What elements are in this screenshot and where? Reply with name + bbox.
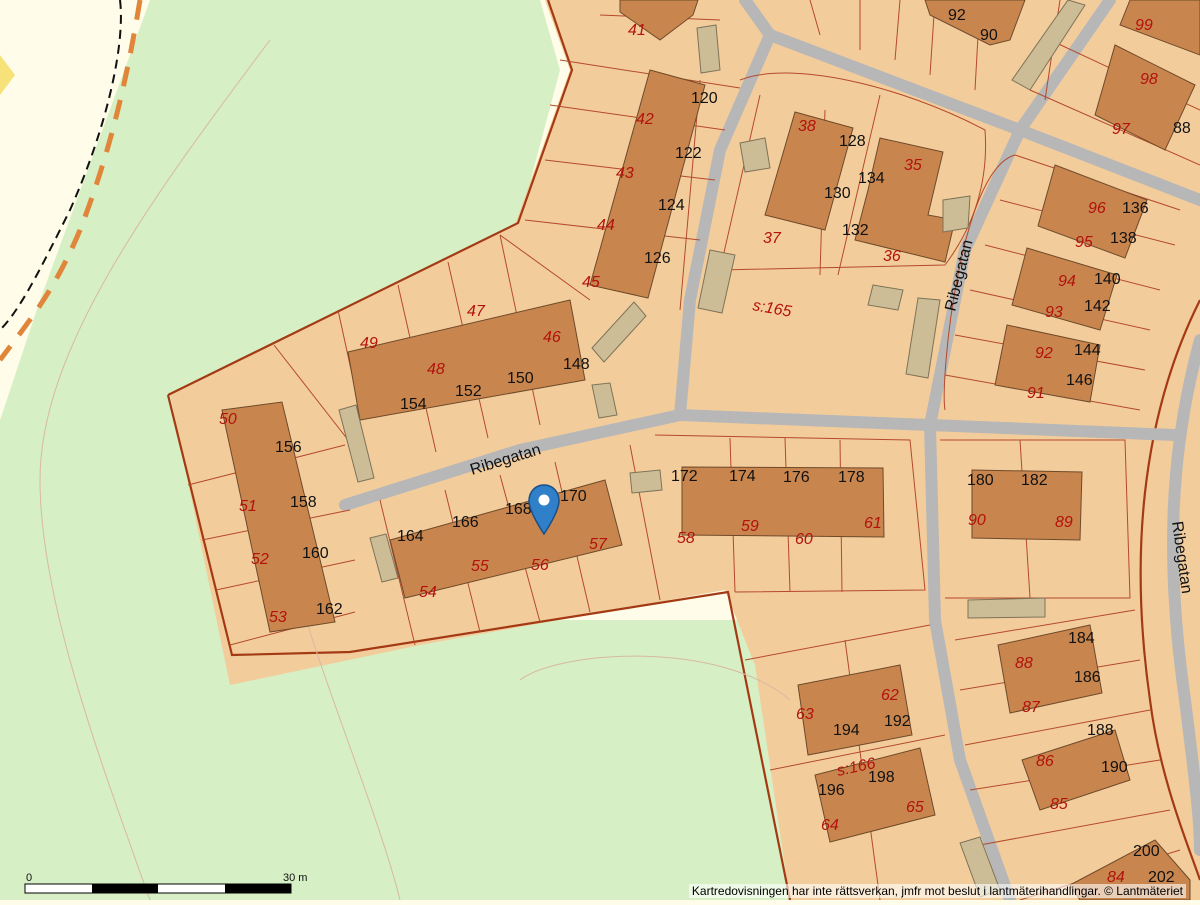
address-label: 176 bbox=[783, 469, 810, 486]
parcel-label: 99 bbox=[1135, 17, 1153, 34]
parcel-label: 38 bbox=[798, 118, 816, 135]
address-label: 194 bbox=[833, 722, 860, 739]
map-pin-icon bbox=[528, 484, 560, 536]
address-label: 126 bbox=[644, 250, 671, 267]
address-label: 128 bbox=[839, 133, 866, 150]
address-label: 150 bbox=[507, 370, 534, 387]
address-label: 184 bbox=[1068, 630, 1095, 647]
parcel-label: 98 bbox=[1140, 71, 1158, 88]
address-label: 142 bbox=[1084, 298, 1111, 315]
address-label: 186 bbox=[1074, 669, 1101, 686]
parcel-label: 45 bbox=[582, 274, 600, 291]
address-label: 188 bbox=[1087, 722, 1114, 739]
address-label: 182 bbox=[1021, 472, 1048, 489]
parcel-label: 93 bbox=[1045, 304, 1063, 321]
parcel-label: 63 bbox=[796, 706, 814, 723]
parcel-label: 89 bbox=[1055, 514, 1073, 531]
parcel-label: 43 bbox=[616, 165, 634, 182]
address-label: 170 bbox=[560, 488, 587, 505]
parcel-label: 95 bbox=[1075, 234, 1093, 251]
address-label: 174 bbox=[729, 468, 756, 485]
parcel-label: 36 bbox=[883, 248, 901, 265]
address-label: 154 bbox=[400, 396, 427, 413]
scale-min-label: 0 bbox=[26, 872, 32, 884]
parcel-label: 87 bbox=[1022, 699, 1041, 716]
parcel-label: 88 bbox=[1015, 655, 1033, 672]
parcel-label: 48 bbox=[427, 361, 445, 378]
address-label: 134 bbox=[858, 170, 885, 187]
address-label: 130 bbox=[824, 185, 851, 202]
address-label: 140 bbox=[1094, 271, 1121, 288]
parcel-label: 91 bbox=[1027, 385, 1045, 402]
parcel-label: 54 bbox=[419, 584, 437, 601]
parcel-label: 44 bbox=[597, 217, 615, 234]
address-label: 178 bbox=[838, 469, 865, 486]
address-label: 196 bbox=[818, 782, 845, 799]
parcel-label: 47 bbox=[467, 303, 486, 320]
parcel-label: 55 bbox=[471, 558, 489, 575]
address-label: 138 bbox=[1110, 230, 1137, 247]
address-label: 122 bbox=[675, 145, 702, 162]
parcel-label: 49 bbox=[360, 335, 378, 352]
map-view[interactable]: Ribegatan Ribegatan Ribegatan s:165 s:16… bbox=[0, 0, 1200, 905]
address-label: 132 bbox=[842, 222, 869, 239]
address-label: 120 bbox=[691, 90, 718, 107]
parcel-label: 62 bbox=[881, 687, 899, 704]
address-label: 166 bbox=[452, 514, 479, 531]
parcel-label: 57 bbox=[589, 536, 608, 553]
parcel-label: 58 bbox=[677, 530, 695, 547]
parcel-label: 96 bbox=[1088, 200, 1106, 217]
parcel-label: 59 bbox=[741, 518, 759, 535]
parcel-label: 60 bbox=[795, 531, 813, 548]
parcel-label: 86 bbox=[1036, 753, 1054, 770]
address-label: 124 bbox=[658, 197, 685, 214]
address-label: 148 bbox=[563, 356, 590, 373]
address-label: 192 bbox=[884, 713, 911, 730]
parcel-label: 41 bbox=[628, 22, 646, 39]
parcel-label: 90 bbox=[968, 512, 986, 529]
address-label: 158 bbox=[290, 494, 317, 511]
parcel-label: 53 bbox=[269, 609, 287, 626]
address-label: 164 bbox=[397, 528, 424, 545]
parcel-label: 46 bbox=[543, 329, 561, 346]
address-label: 146 bbox=[1066, 372, 1093, 389]
address-label: 180 bbox=[967, 472, 994, 489]
address-label: 90 bbox=[980, 27, 998, 44]
address-label: 88 bbox=[1173, 120, 1191, 137]
address-label: 162 bbox=[316, 601, 343, 618]
parcel-label: 51 bbox=[239, 498, 257, 515]
address-label: 190 bbox=[1101, 759, 1128, 776]
address-label: 152 bbox=[455, 383, 482, 400]
parcel-label: 97 bbox=[1112, 121, 1131, 138]
parcel-label: 35 bbox=[904, 157, 922, 174]
address-label: 198 bbox=[868, 769, 895, 786]
parcel-label: 92 bbox=[1035, 345, 1053, 362]
parcel-label: 64 bbox=[821, 817, 839, 834]
address-label: 136 bbox=[1122, 200, 1149, 217]
address-label: 144 bbox=[1074, 342, 1101, 359]
address-label: 156 bbox=[275, 439, 302, 456]
parcel-label: 65 bbox=[906, 799, 924, 816]
parcel-label: 42 bbox=[636, 111, 654, 128]
parcel-label: 61 bbox=[864, 515, 882, 532]
parcel-label: 50 bbox=[219, 411, 237, 428]
scale-max-label: 30 m bbox=[283, 872, 307, 884]
address-label: 172 bbox=[671, 468, 698, 485]
parcel-label: 37 bbox=[763, 230, 782, 247]
parcel-label: 56 bbox=[531, 557, 549, 574]
attribution-text: Kartredovisningen har inte rättsverkan, … bbox=[688, 884, 1186, 898]
location-marker-pin[interactable] bbox=[528, 484, 560, 536]
address-label: 160 bbox=[302, 545, 329, 562]
address-label: 200 bbox=[1133, 843, 1160, 860]
parcel-label: 94 bbox=[1058, 273, 1076, 290]
parcel-label: 52 bbox=[251, 551, 269, 568]
address-label: 92 bbox=[948, 7, 966, 24]
parcel-label: 85 bbox=[1050, 796, 1068, 813]
map-canvas[interactable]: Ribegatan Ribegatan Ribegatan s:165 s:16… bbox=[0, 0, 1200, 905]
